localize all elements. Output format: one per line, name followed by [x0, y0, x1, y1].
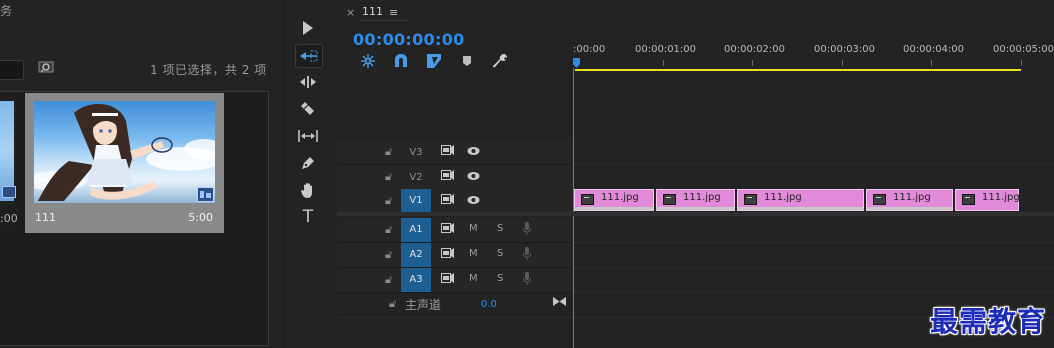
track-lane-a2[interactable] [573, 243, 1054, 268]
project-item-partial[interactable]: :00 [0, 93, 18, 233]
selection-status: 1 项已选择，共 2 项 [150, 63, 267, 77]
track-header-v1[interactable]: 🔓︎ V1 [337, 189, 573, 214]
eye-icon[interactable] [467, 146, 480, 156]
project-item-clip[interactable]: 111 5:00 [25, 93, 224, 233]
selection-tool-icon[interactable] [295, 17, 321, 39]
timeline-clip[interactable]: 111.jpg [656, 189, 735, 211]
clip-label: 111.jpg [601, 192, 639, 203]
project-panel-title: 务 [0, 4, 13, 18]
timeline-panel: × 111 ≡ 00:00:00:00 :00:00 00:00:01:00 0… [337, 0, 1054, 348]
sync-lock-icon[interactable] [441, 273, 454, 283]
lock-icon[interactable]: 🔓︎ [385, 145, 392, 159]
track-lane-v3[interactable] [573, 140, 1054, 165]
sequence-badge-icon [2, 186, 16, 198]
playhead-line[interactable] [573, 68, 574, 348]
fx-badge-icon [744, 194, 757, 205]
mute-button[interactable]: M [469, 223, 478, 234]
clip-label: 111.jpg [982, 192, 1020, 203]
clip-name: 111 [35, 211, 56, 224]
project-panel: 务 1 项已选择，共 2 项 :00 111 5:00 [0, 0, 284, 348]
track-name[interactable]: A2 [401, 243, 431, 267]
find-icon[interactable] [38, 60, 54, 74]
sync-lock-icon[interactable] [441, 145, 454, 155]
lock-icon[interactable]: 🔓︎ [385, 248, 392, 262]
lock-icon[interactable]: 🔓︎ [385, 273, 392, 287]
clip-band [738, 207, 863, 210]
fx-badge-icon [663, 194, 676, 205]
ripple-edit-tool-icon[interactable] [295, 71, 321, 93]
clip-thumbnail [34, 101, 215, 203]
watermark-logo: 最需教育 [929, 305, 1046, 338]
clip-band [575, 207, 653, 210]
mute-button[interactable]: M [469, 248, 478, 259]
timeline-clip[interactable]: 111.jpg [866, 189, 953, 211]
tools-panel: T [284, 0, 338, 348]
track-lane-a1[interactable] [573, 218, 1054, 243]
eye-icon[interactable] [467, 195, 480, 205]
track-lane-a3[interactable] [573, 268, 1054, 293]
type-tool-icon[interactable]: T [295, 206, 321, 228]
clip-label: 111.jpg [764, 192, 802, 203]
master-track-label: 主声道 [405, 298, 442, 312]
lock-icon[interactable]: 🔓︎ [389, 297, 396, 311]
pen-tool-icon[interactable] [295, 152, 321, 174]
track-name[interactable]: V3 [401, 143, 431, 163]
hand-tool-icon[interactable] [295, 179, 321, 201]
fx-badge-icon [962, 194, 975, 205]
clip-label: 111.jpg [683, 192, 721, 203]
track-name[interactable]: V2 [401, 168, 431, 188]
clip-type-badge-icon [197, 187, 214, 202]
sync-lock-icon[interactable] [441, 248, 454, 258]
track-select-forward-tool-icon[interactable] [295, 44, 323, 68]
track-lane-v2[interactable] [573, 165, 1054, 190]
track-header-a3[interactable]: 🔓︎ A3 M S [337, 268, 573, 293]
video-audio-divider[interactable] [337, 212, 1054, 216]
solo-button[interactable]: S [497, 273, 503, 284]
microphone-icon[interactable] [523, 272, 531, 285]
lock-icon[interactable]: 🔓︎ [385, 170, 392, 184]
master-volume-value[interactable]: 0.0 [481, 299, 497, 310]
microphone-icon[interactable] [523, 222, 531, 235]
track-header-a2[interactable]: 🔓︎ A2 M S [337, 243, 573, 268]
track-header-v3[interactable]: 🔓︎ V3 [337, 140, 573, 165]
microphone-icon[interactable] [523, 247, 531, 260]
solo-button[interactable]: S [497, 248, 503, 259]
razor-tool-icon[interactable] [295, 98, 321, 120]
clip-band [657, 207, 734, 210]
eye-icon[interactable] [467, 171, 480, 181]
track-header-a1[interactable]: 🔓︎ A1 M S [337, 218, 573, 243]
bowtie-icon[interactable] [553, 297, 566, 306]
clip-band [867, 207, 952, 210]
mute-button[interactable]: M [469, 273, 478, 284]
track-name[interactable]: A1 [401, 218, 431, 242]
timeline-clip[interactable]: 111.jpg [955, 189, 1020, 211]
slip-tool-icon[interactable] [295, 125, 321, 147]
fx-badge-icon [873, 194, 886, 205]
track-name[interactable]: A3 [401, 268, 431, 292]
clip-duration: 5:00 [188, 211, 213, 224]
item-duration: :00 [0, 212, 18, 225]
fx-badge-icon [581, 194, 594, 205]
lock-icon[interactable]: 🔓︎ [385, 223, 392, 237]
track-header-v2[interactable]: 🔓︎ V2 [337, 165, 573, 190]
track-area: 🔓︎ V3 🔓︎ V2 🔓︎ V1 🔓︎ A1 M S 🔓︎ A2 M S 🔓︎… [337, 0, 1054, 348]
timeline-clip[interactable]: 111.jpg [574, 189, 654, 211]
sync-lock-icon[interactable] [441, 223, 454, 233]
sync-lock-icon[interactable] [441, 194, 454, 204]
timeline-clip[interactable]: 111.jpg [737, 189, 864, 211]
sync-lock-icon[interactable] [441, 170, 454, 180]
solo-button[interactable]: S [497, 223, 503, 234]
track-name[interactable]: V1 [401, 189, 431, 213]
project-search-input[interactable] [0, 60, 24, 80]
lock-icon[interactable]: 🔓︎ [385, 194, 392, 208]
clip-label: 111.jpg [893, 192, 931, 203]
